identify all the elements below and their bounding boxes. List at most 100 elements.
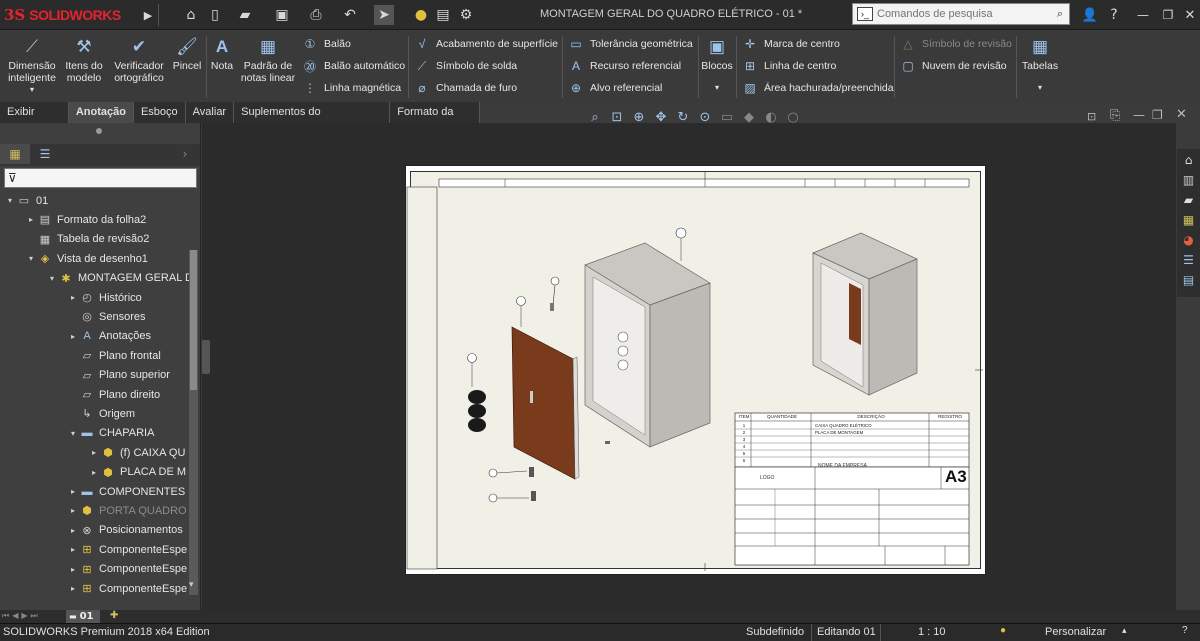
tree-item[interactable]: ▸ ⊞ ComponenteEspe: [0, 560, 187, 579]
tree-item[interactable]: ▾ ▬ CHAPARIA: [0, 424, 154, 443]
tab-annotation[interactable]: Anotação: [68, 102, 134, 123]
print-icon[interactable]: ⎙: [306, 5, 326, 25]
expand-toggle-icon[interactable]: ▸: [25, 215, 37, 224]
note-button[interactable]: A Nota: [208, 36, 236, 72]
section-view-icon[interactable]: ▭: [717, 108, 737, 126]
tree-item[interactable]: ▾ ✱ MONTAGEM GERAL D: [0, 269, 190, 288]
expand-toggle-icon[interactable]: ▸: [67, 545, 79, 554]
tab-evaluate[interactable]: Avaliar: [186, 102, 235, 123]
undo-icon[interactable]: ↶: [340, 5, 360, 25]
appearances-icon[interactable]: ◕: [1178, 230, 1199, 249]
tree-item[interactable]: ▸ ⊞ ComponenteEspe: [0, 579, 187, 598]
close-icon[interactable]: ✕: [1180, 5, 1200, 25]
smart-dimension-button[interactable]: ⟋ Dimensão inteligente ▾: [4, 36, 60, 96]
tree-item[interactable]: ▸ A Anotações: [0, 327, 151, 346]
linear-note-pattern-button[interactable]: ▦ Padrão de notas linear: [238, 36, 298, 84]
view-palette-icon[interactable]: ▦: [1178, 210, 1199, 229]
property-manager-tab-icon[interactable]: ☰: [30, 144, 60, 164]
options-gear-icon[interactable]: ⚙: [456, 5, 476, 25]
geometric-tolerance-button[interactable]: ▭ Tolerância geométrica: [568, 35, 692, 53]
zoom-to-fit-icon[interactable]: ⌕: [585, 108, 605, 126]
save-icon[interactable]: ▣: [272, 5, 292, 25]
auto-balloon-button[interactable]: ⑳ Balão automático: [302, 57, 405, 75]
file-explorer-icon[interactable]: ▰: [1178, 190, 1199, 209]
home-icon[interactable]: ⌂: [1178, 150, 1199, 169]
tree-item[interactable]: ◎ Sensores: [0, 307, 145, 326]
display-style-icon[interactable]: ◐: [761, 108, 781, 126]
add-sheet-icon[interactable]: ✚: [110, 610, 118, 621]
panel-expand-icon[interactable]: ›: [170, 144, 200, 164]
help-status-icon[interactable]: ?: [1182, 625, 1188, 636]
cabinet-door[interactable]: [511, 296, 580, 480]
tree-item[interactable]: ▾ ▭ 01: [0, 191, 48, 210]
customize-dropdown-icon[interactable]: ▴: [1122, 625, 1127, 636]
tree-item[interactable]: ▱ Plano frontal: [0, 346, 161, 365]
tab-view-layout[interactable]: Exibir layout: [0, 102, 69, 139]
center-mark-button[interactable]: ✛ Marca de centro: [742, 35, 894, 53]
viewport-minimize-icon[interactable]: —: [1133, 108, 1145, 122]
tab-addins[interactable]: Suplementos do SOLIDWORKS: [234, 102, 391, 139]
hinge-part[interactable]: [550, 276, 560, 311]
tables-button[interactable]: ▦ Tabelas ▾: [1020, 36, 1060, 94]
tree-item[interactable]: ▸ ◴ Histórico: [0, 288, 142, 307]
expand-toggle-icon[interactable]: ▾: [4, 196, 16, 205]
tree-item[interactable]: ↳ Origem: [0, 404, 135, 423]
sheet-tab-01[interactable]: ▬ 01: [66, 610, 100, 623]
help-icon[interactable]: ?: [1104, 5, 1124, 25]
viewport-tile-icon[interactable]: ⊡: [1087, 110, 1096, 123]
expand-toggle-icon[interactable]: ▸: [67, 526, 79, 535]
solidworks-logo[interactable]: 3S SOLIDWORKS: [4, 4, 121, 26]
appearance-icon[interactable]: ○: [783, 108, 803, 126]
expand-toggle-icon[interactable]: ▸: [67, 584, 79, 593]
viewport-restore-icon[interactable]: ⎘: [1110, 108, 1120, 123]
command-search[interactable]: ›_ ⌕: [852, 3, 1070, 25]
model-items-button[interactable]: ⚒ Itens do modelo: [62, 36, 106, 84]
cable-glands[interactable]: [467, 353, 487, 433]
tree-item[interactable]: ▸ ▬ COMPONENTES: [0, 482, 185, 501]
spell-checker-button[interactable]: ✔ Verificador ortográfico: [110, 36, 168, 84]
pan-icon[interactable]: ✥: [651, 108, 671, 126]
hatch-area-button[interactable]: ▨ Área hachurada/preenchida: [742, 79, 893, 97]
feature-manager-tab-icon[interactable]: ▦: [0, 144, 30, 164]
new-document-icon[interactable]: ▯: [205, 5, 225, 25]
rotate-view-icon[interactable]: ↻: [673, 108, 693, 126]
datum-target-button[interactable]: ⊕ Alvo referencial: [568, 79, 693, 97]
search-icon[interactable]: ⌕: [1057, 8, 1063, 21]
tree-item[interactable]: ▸ ⊞ ComponenteEspe: [0, 540, 187, 559]
forum-icon[interactable]: ▤: [1178, 270, 1199, 289]
scroll-thumb[interactable]: [190, 250, 197, 390]
centerline-button[interactable]: ⊞ Linha de centro: [742, 57, 894, 75]
view-orientation-icon[interactable]: ◆: [739, 108, 759, 126]
sheet-nav-arrows-icon[interactable]: ⏮◀▶⏭: [2, 611, 41, 621]
tree-item[interactable]: ▸ ⬢ (f) CAIXA QU: [0, 443, 185, 462]
home-icon[interactable]: ⌂: [181, 5, 201, 25]
tree-item[interactable]: ▸ ⊗ Posicionamentos: [0, 521, 183, 540]
revision-symbol-button[interactable]: △ Símbolo de revisão: [900, 35, 1012, 53]
expand-toggle-icon[interactable]: ▸: [67, 293, 79, 302]
minimize-icon[interactable]: —: [1133, 5, 1153, 25]
surface-finish-button[interactable]: √ Acabamento de superfície: [414, 35, 558, 53]
select-pointer-icon[interactable]: ➤: [374, 5, 394, 25]
tab-sheet-format[interactable]: Formato da folha: [390, 102, 480, 139]
revision-cloud-button[interactable]: ▢ Nuvem de revisão: [900, 57, 1012, 75]
expand-toggle-icon[interactable]: ▾: [46, 274, 58, 283]
zoom-in-out-icon[interactable]: ⊕: [629, 108, 649, 126]
expand-toggle-icon[interactable]: ▸: [88, 448, 100, 457]
expand-toggle-icon[interactable]: ▸: [67, 487, 79, 496]
sheet-scale[interactable]: 1 : 10: [918, 626, 946, 638]
user-icon[interactable]: 👤: [1080, 5, 1100, 25]
design-library-icon[interactable]: ▥: [1178, 170, 1199, 189]
expand-toggle-icon[interactable]: ▸: [88, 468, 100, 477]
rebuild-status-icon[interactable]: ●: [1000, 625, 1006, 636]
viewport-maximize-icon[interactable]: ❐: [1152, 108, 1163, 122]
blocks-button[interactable]: ▣ Blocos ▾: [700, 36, 734, 94]
tree-item[interactable]: ▱ Plano superior: [0, 366, 170, 385]
tree-item[interactable]: ▸ ⬢ PORTA QUADRO: [0, 501, 187, 520]
open-icon[interactable]: ▰: [235, 5, 255, 25]
file-properties-icon[interactable]: ▤: [433, 5, 453, 25]
tree-item[interactable]: ▸ ⬢ PLACA DE M: [0, 463, 186, 482]
datum-feature-button[interactable]: A Recurso referencial: [568, 57, 693, 75]
viewport-close-icon[interactable]: ✕: [1176, 107, 1187, 122]
hole-callout-button[interactable]: ⌀ Chamada de furo: [414, 79, 558, 97]
format-painter-button[interactable]: 🖌 Pincel: [170, 36, 204, 72]
